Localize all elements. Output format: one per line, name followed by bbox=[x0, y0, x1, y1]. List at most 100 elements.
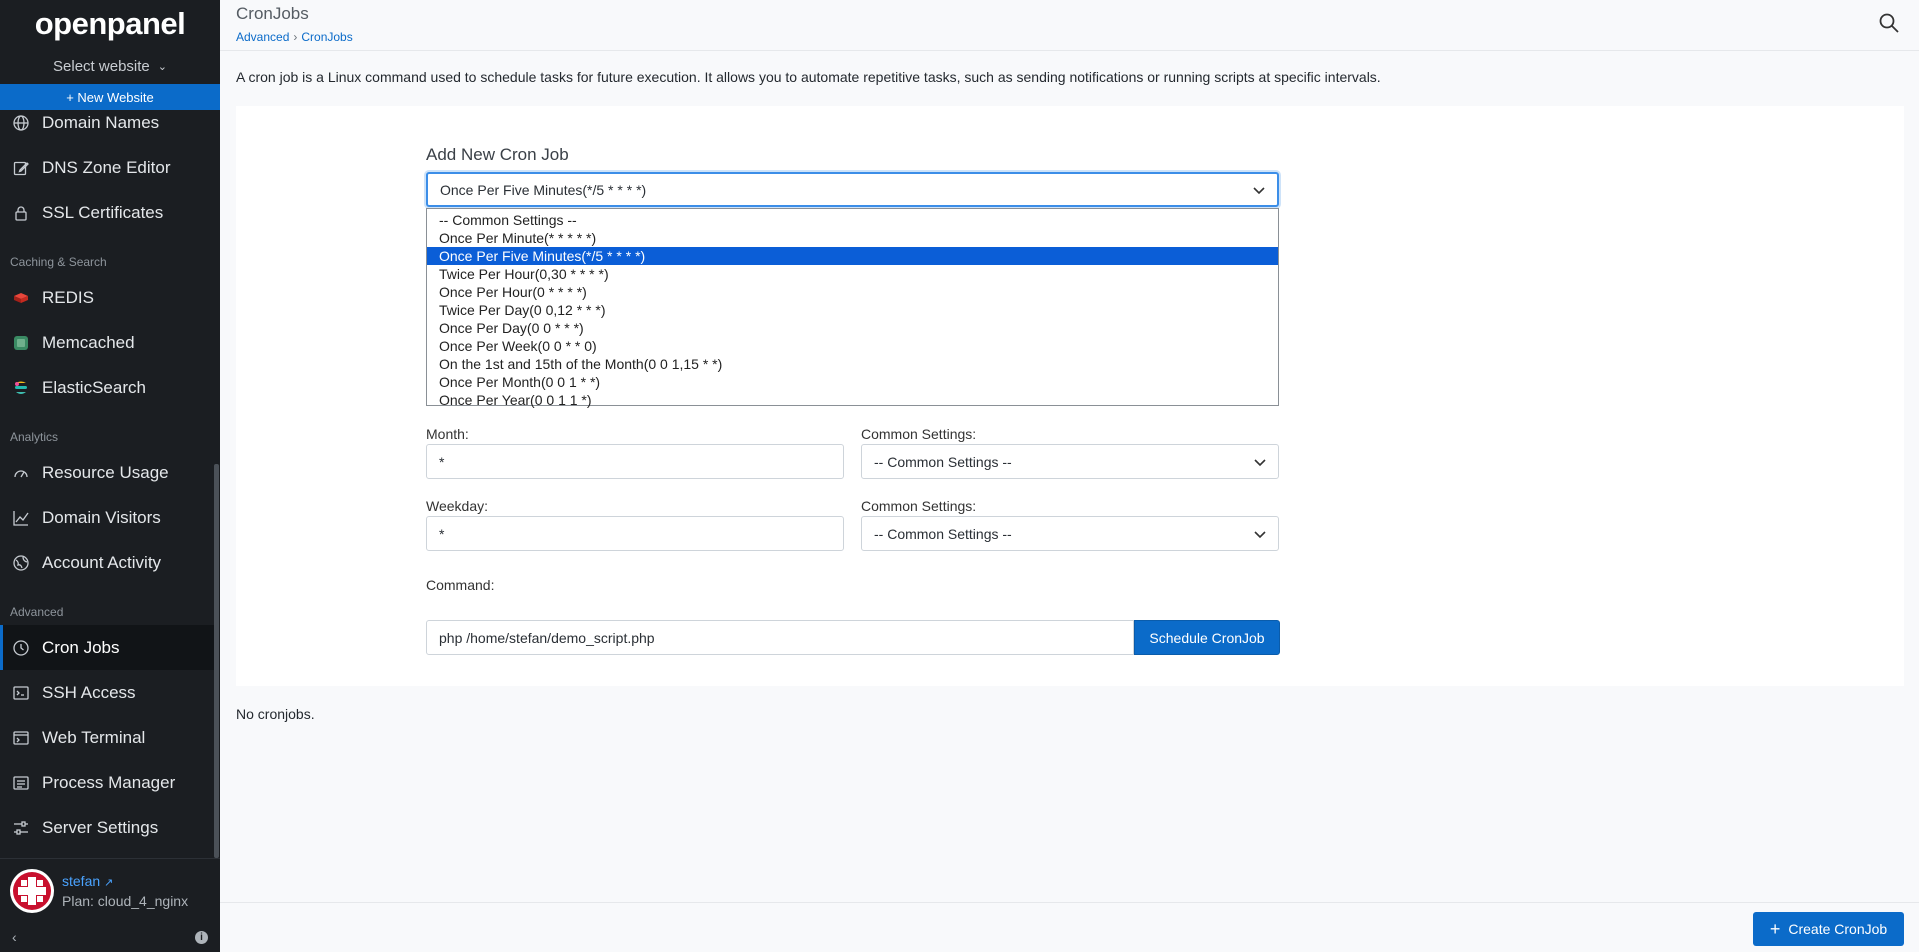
dropdown-option[interactable]: Twice Per Hour(0,30 * * * *) bbox=[427, 265, 1278, 283]
weekday-common-settings-label: Common Settings: bbox=[861, 498, 977, 514]
dropdown-option[interactable]: Once Per Month(0 0 1 * *) bbox=[427, 373, 1278, 391]
create-cronjob-label: Create CronJob bbox=[1788, 921, 1888, 937]
dropdown-option[interactable]: On the 1st and 15th of the Month(0 0 1,1… bbox=[427, 355, 1278, 373]
sidebar-item-dns-zone-editor[interactable]: DNS Zone Editor bbox=[0, 145, 214, 190]
sidebar-item-account-activity[interactable]: Account Activity bbox=[0, 540, 214, 585]
page-title: CronJobs bbox=[236, 4, 309, 23]
schedule-cronjob-button[interactable]: Schedule CronJob bbox=[1134, 620, 1280, 655]
breadcrumb-cronjobs[interactable]: CronJobs bbox=[301, 30, 352, 44]
chevron-down-icon: ⌄ bbox=[157, 60, 167, 73]
sidebar-item-ssl-certificates[interactable]: SSL Certificates bbox=[0, 190, 214, 235]
dropdown-option[interactable]: Once Per Week(0 0 * * 0) bbox=[427, 337, 1278, 355]
chart-icon bbox=[12, 509, 30, 527]
section-caching-search: Caching & Search bbox=[10, 255, 107, 269]
select-website-dropdown[interactable]: Select website ⌄ bbox=[0, 48, 220, 84]
dropdown-option[interactable]: -- Common Settings -- bbox=[427, 211, 1278, 229]
sidebar-item-label: Web Terminal bbox=[42, 727, 146, 747]
sidebar-nav: Domain Names DNS Zone Editor SSL Certifi… bbox=[0, 110, 214, 858]
command-field[interactable]: php /home/stefan/demo_script.php bbox=[426, 620, 1134, 655]
sidebar-item-ssh-access[interactable]: SSH Access bbox=[0, 670, 214, 715]
terminal-box-icon bbox=[12, 684, 30, 702]
info-icon[interactable]: i bbox=[195, 930, 208, 944]
schedule-preset-select[interactable]: Once Per Five Minutes(*/5 * * * *) bbox=[426, 172, 1279, 207]
sidebar-item-label: Cron Jobs bbox=[42, 637, 120, 657]
sidebar-item-label: Domain Visitors bbox=[42, 507, 161, 527]
gauge-icon bbox=[12, 464, 30, 482]
form-title: Add New Cron Job bbox=[426, 145, 569, 164]
sidebar-footer: ‹ i bbox=[0, 922, 220, 952]
sidebar-item-label: REDIS bbox=[42, 287, 94, 307]
sidebar-item-elasticsearch[interactable]: ElasticSearch bbox=[0, 365, 214, 410]
sidebar-item-redis[interactable]: REDIS bbox=[0, 275, 214, 320]
dropdown-option[interactable]: Once Per Minute(* * * * *) bbox=[427, 229, 1278, 247]
dropdown-option[interactable]: Once Per Year(0 0 1 1 *) bbox=[427, 391, 1278, 409]
chevron-down-icon bbox=[1254, 526, 1266, 542]
sidebar-item-label: Memcached bbox=[42, 332, 135, 352]
sidebar: openpanel Select website ⌄ + New Website… bbox=[0, 0, 220, 952]
dropdown-option[interactable]: Twice Per Day(0 0,12 * * *) bbox=[427, 301, 1278, 319]
cron-form-card: Add New Cron Job Once Per Five Minutes(*… bbox=[236, 106, 1904, 686]
chevron-down-icon bbox=[1254, 454, 1266, 470]
sidebar-item-cron-jobs[interactable]: Cron Jobs bbox=[0, 625, 214, 670]
sidebar-item-label: DNS Zone Editor bbox=[42, 157, 171, 177]
sidebar-item-label: SSH Access bbox=[42, 682, 136, 702]
globe-icon bbox=[12, 114, 30, 132]
sidebar-item-label: Domain Names bbox=[42, 112, 160, 132]
search-icon[interactable] bbox=[1879, 13, 1899, 38]
dropdown-option[interactable]: Once Per Hour(0 * * * *) bbox=[427, 283, 1278, 301]
logout-icon[interactable]: ↗ bbox=[104, 877, 113, 889]
sidebar-item-server-settings[interactable]: Server Settings bbox=[0, 805, 214, 850]
dropdown-option-selected[interactable]: Once Per Five Minutes(*/5 * * * *) bbox=[427, 247, 1278, 265]
sidebar-item-label: Account Activity bbox=[42, 552, 162, 572]
user-name: stefan bbox=[62, 872, 101, 889]
sidebar-item-label: ElasticSearch bbox=[42, 377, 146, 397]
sidebar-item-web-terminal[interactable]: Web Terminal bbox=[0, 715, 214, 760]
collapse-sidebar-icon[interactable]: ‹ bbox=[12, 929, 17, 945]
sidebar-item-label: Resource Usage bbox=[42, 462, 169, 482]
breadcrumb-separator: › bbox=[293, 30, 298, 44]
app-logo[interactable]: openpanel bbox=[0, 0, 220, 48]
memcached-icon bbox=[12, 334, 30, 352]
page-header: CronJobs Advanced › CronJobs bbox=[220, 0, 1919, 51]
user-name-link[interactable]: stefan ↗ bbox=[62, 873, 188, 889]
weekday-label: Weekday: bbox=[426, 498, 488, 514]
redis-icon bbox=[12, 289, 30, 307]
month-common-settings-label: Common Settings: bbox=[861, 426, 977, 442]
sidebar-item-resource-usage[interactable]: Resource Usage bbox=[0, 450, 214, 495]
month-common-settings-select[interactable]: -- Common Settings -- bbox=[861, 444, 1279, 479]
empty-state-text: No cronjobs. bbox=[236, 706, 315, 722]
terminal-window-icon bbox=[12, 729, 30, 747]
weekday-common-settings-value: -- Common Settings -- bbox=[874, 525, 1012, 542]
schedule-preset-dropdown: -- Common Settings -- Once Per Minute(* … bbox=[426, 208, 1279, 409]
user-profile: stefan ↗ Plan: cloud_4_nginx bbox=[0, 858, 220, 922]
month-field[interactable]: * bbox=[426, 444, 844, 479]
avatar[interactable] bbox=[10, 868, 54, 913]
page-footer: + Create CronJob bbox=[220, 902, 1919, 952]
weekday-common-settings-select[interactable]: -- Common Settings -- bbox=[861, 516, 1279, 551]
elasticsearch-icon bbox=[12, 379, 30, 397]
sidebar-item-process-manager[interactable]: Process Manager bbox=[0, 760, 214, 805]
dropdown-option[interactable]: Once Per Day(0 0 * * *) bbox=[427, 319, 1278, 337]
edit-icon bbox=[12, 159, 30, 177]
breadcrumb: Advanced › CronJobs bbox=[236, 30, 353, 44]
lock-icon bbox=[12, 204, 30, 222]
create-cronjob-button[interactable]: + Create CronJob bbox=[1753, 912, 1904, 946]
sliders-icon bbox=[12, 819, 30, 837]
weekday-field[interactable]: * bbox=[426, 516, 844, 551]
sidebar-item-memcached[interactable]: Memcached bbox=[0, 320, 214, 365]
process-icon bbox=[12, 774, 30, 792]
sidebar-item-label: Process Manager bbox=[42, 772, 176, 792]
select-website-label: Select website bbox=[53, 57, 150, 75]
sidebar-scrollbar[interactable] bbox=[214, 464, 219, 858]
chevron-down-icon bbox=[1253, 182, 1265, 198]
globe-activity-icon bbox=[12, 554, 30, 572]
clock-icon bbox=[12, 639, 30, 657]
user-plan: Plan: cloud_4_nginx bbox=[62, 892, 189, 909]
section-advanced: Advanced bbox=[10, 605, 64, 619]
sidebar-item-domain-names[interactable]: Domain Names bbox=[0, 110, 214, 145]
breadcrumb-advanced[interactable]: Advanced bbox=[236, 30, 289, 44]
new-website-button[interactable]: + New Website bbox=[0, 84, 220, 110]
month-label: Month: bbox=[426, 426, 469, 442]
sidebar-item-domain-visitors[interactable]: Domain Visitors bbox=[0, 495, 214, 540]
sidebar-item-label: Server Settings bbox=[42, 817, 159, 837]
